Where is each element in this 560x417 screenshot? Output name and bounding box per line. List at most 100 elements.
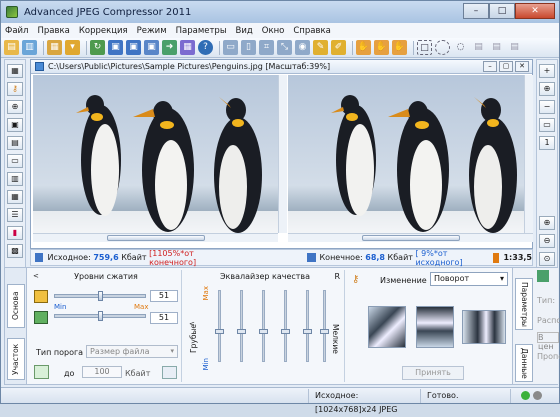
equalizer-band-2[interactable] bbox=[237, 290, 246, 362]
doc-close-button[interactable]: ✕ bbox=[515, 61, 529, 72]
save-icon[interactable]: ▣ bbox=[108, 40, 123, 55]
zoom-out-icon[interactable]: ⊖ bbox=[539, 234, 555, 248]
threshold-to-input[interactable]: 100 bbox=[82, 366, 122, 378]
tab-basic[interactable]: Основа bbox=[7, 284, 25, 328]
compare-icon[interactable]: ▭ bbox=[223, 40, 238, 55]
tab-data[interactable]: Данные bbox=[515, 344, 533, 382]
zoom-in-icon[interactable]: + bbox=[539, 64, 555, 78]
hand-pan-icon[interactable]: ✋ bbox=[392, 40, 407, 55]
equalizer-band-5[interactable] bbox=[303, 290, 312, 362]
edit-icon[interactable]: ✎ bbox=[313, 40, 328, 55]
fit-window-icon[interactable]: ▭ bbox=[539, 118, 555, 132]
compressed-vertical-scrollbar[interactable] bbox=[524, 75, 533, 233]
equalizer-reset-label[interactable]: R bbox=[334, 272, 340, 281]
transform-mode-select[interactable]: Поворот ▾ bbox=[430, 272, 508, 286]
equalizer-arrow[interactable]: < bbox=[189, 320, 195, 328]
equalizer-band-6[interactable] bbox=[320, 290, 329, 362]
equalizer-knob[interactable] bbox=[237, 329, 246, 334]
equalizer-knob[interactable] bbox=[303, 329, 312, 334]
doc-restore-button[interactable]: ▢ bbox=[499, 61, 513, 72]
menu-correction[interactable]: Коррекция bbox=[79, 26, 128, 36]
menu-edit[interactable]: Правка bbox=[37, 26, 69, 36]
menu-help[interactable]: Справка bbox=[293, 26, 330, 36]
undo-icon[interactable]: ▤ bbox=[471, 40, 486, 55]
view-split-icon[interactable]: ▥ bbox=[7, 172, 23, 186]
pencil-icon[interactable]: ✐ bbox=[331, 40, 346, 55]
hand-icon[interactable]: ✋ bbox=[356, 40, 371, 55]
crop-icon[interactable]: ⌗ bbox=[259, 40, 274, 55]
threshold-options-icon[interactable] bbox=[162, 366, 177, 379]
compressed-horizontal-scrollbar[interactable] bbox=[288, 233, 533, 242]
ellipse-select-icon[interactable] bbox=[435, 40, 450, 55]
equalizer-knob[interactable] bbox=[215, 329, 224, 334]
rotate-left-preview[interactable] bbox=[368, 306, 406, 348]
apply-button[interactable]: Принять bbox=[402, 366, 464, 380]
doc-minimize-button[interactable]: – bbox=[483, 61, 497, 72]
compression-slider-2[interactable] bbox=[54, 311, 146, 321]
lasso-icon[interactable]: ◌ bbox=[453, 40, 468, 55]
print-icon[interactable]: ▦ bbox=[180, 40, 195, 55]
compression-slider-1-knob[interactable] bbox=[97, 291, 103, 301]
equalizer-knob[interactable] bbox=[320, 329, 329, 334]
view-list-icon[interactable]: ☰ bbox=[7, 208, 23, 222]
view-single-icon[interactable]: ▭ bbox=[7, 154, 23, 168]
equalizer-band-4[interactable] bbox=[281, 290, 290, 362]
tab-region[interactable]: Участок bbox=[7, 338, 25, 380]
equalizer-knob[interactable] bbox=[281, 329, 290, 334]
flip-preview[interactable] bbox=[416, 306, 454, 348]
equalizer-band-1[interactable] bbox=[215, 290, 224, 362]
fit-icon[interactable]: ▤ bbox=[7, 136, 23, 150]
export-icon[interactable]: ➜ bbox=[162, 40, 177, 55]
menu-file[interactable]: Файл bbox=[5, 26, 28, 36]
threshold-type-select[interactable]: Размер файла ▾ bbox=[86, 345, 178, 358]
rect-select-icon[interactable]: □ bbox=[417, 40, 432, 55]
batch-icon[interactable]: ▦ bbox=[47, 40, 62, 55]
original-image-pane[interactable] bbox=[33, 75, 278, 233]
close-button[interactable]: ✕ bbox=[515, 3, 555, 19]
settings-icon[interactable]: ▤ bbox=[507, 40, 522, 55]
right-inc-select[interactable]: В цен bbox=[537, 332, 559, 351]
original-vertical-scrollbar[interactable] bbox=[278, 75, 287, 233]
resize-icon[interactable]: ⤡ bbox=[277, 40, 292, 55]
redo-icon[interactable]: ▤ bbox=[489, 40, 504, 55]
zoom-icon[interactable]: ⊕ bbox=[7, 100, 23, 114]
menu-window[interactable]: Окно bbox=[262, 26, 285, 36]
minimize-button[interactable]: – bbox=[463, 3, 489, 19]
compression-value-1[interactable]: 51 bbox=[150, 290, 178, 302]
threshold-apply-icon[interactable] bbox=[34, 365, 49, 379]
frame-icon[interactable]: ▣ bbox=[7, 118, 23, 132]
actual-size-icon[interactable]: 1 bbox=[539, 136, 555, 150]
maximize-button[interactable]: □ bbox=[489, 3, 515, 19]
compressed-image-pane[interactable] bbox=[288, 75, 533, 233]
convert-icon[interactable]: ↻ bbox=[90, 40, 105, 55]
zoom-icon[interactable]: ⊕ bbox=[539, 82, 555, 96]
eye-icon[interactable]: ◉ bbox=[295, 40, 310, 55]
zoom-fit-icon[interactable]: ⊙ bbox=[539, 252, 555, 266]
compression-value-2[interactable]: 51 bbox=[150, 312, 178, 324]
key-icon[interactable]: ⚷ bbox=[7, 82, 23, 96]
open-folder-icon[interactable]: ▥ bbox=[22, 40, 37, 55]
original-horizontal-scrollbar[interactable] bbox=[33, 233, 278, 242]
equalizer-knob[interactable] bbox=[259, 329, 268, 334]
compression-slider-2-knob[interactable] bbox=[97, 311, 103, 321]
zoom-out-icon[interactable]: − bbox=[539, 100, 555, 114]
folder-icon[interactable]: ▾ bbox=[65, 40, 80, 55]
menu-mode[interactable]: Режим bbox=[137, 26, 167, 36]
menu-view[interactable]: Вид bbox=[236, 26, 253, 36]
help-icon[interactable]: ? bbox=[198, 40, 213, 55]
zoom-in-icon[interactable]: ⊕ bbox=[539, 216, 555, 230]
split-view-icon[interactable]: ▯ bbox=[241, 40, 256, 55]
compression-slider-1[interactable] bbox=[54, 291, 146, 301]
menu-parameters[interactable]: Параметры bbox=[176, 26, 227, 36]
open-icon[interactable]: ▤ bbox=[4, 40, 19, 55]
save-all-icon[interactable]: ▣ bbox=[144, 40, 159, 55]
view-grid-icon[interactable]: ▦ bbox=[7, 190, 23, 204]
hand-move-icon[interactable]: ✋ bbox=[374, 40, 389, 55]
layout-icon[interactable]: ▦ bbox=[7, 64, 23, 78]
palette-icon[interactable]: ▩ bbox=[7, 244, 23, 258]
save-as-icon[interactable]: ▣ bbox=[126, 40, 141, 55]
equalizer-band-3[interactable] bbox=[259, 290, 268, 362]
rotate-right-preview[interactable] bbox=[462, 310, 506, 344]
tab-parameters[interactable]: Параметры bbox=[515, 278, 533, 330]
color-bars-icon[interactable]: ▮ bbox=[7, 226, 23, 240]
